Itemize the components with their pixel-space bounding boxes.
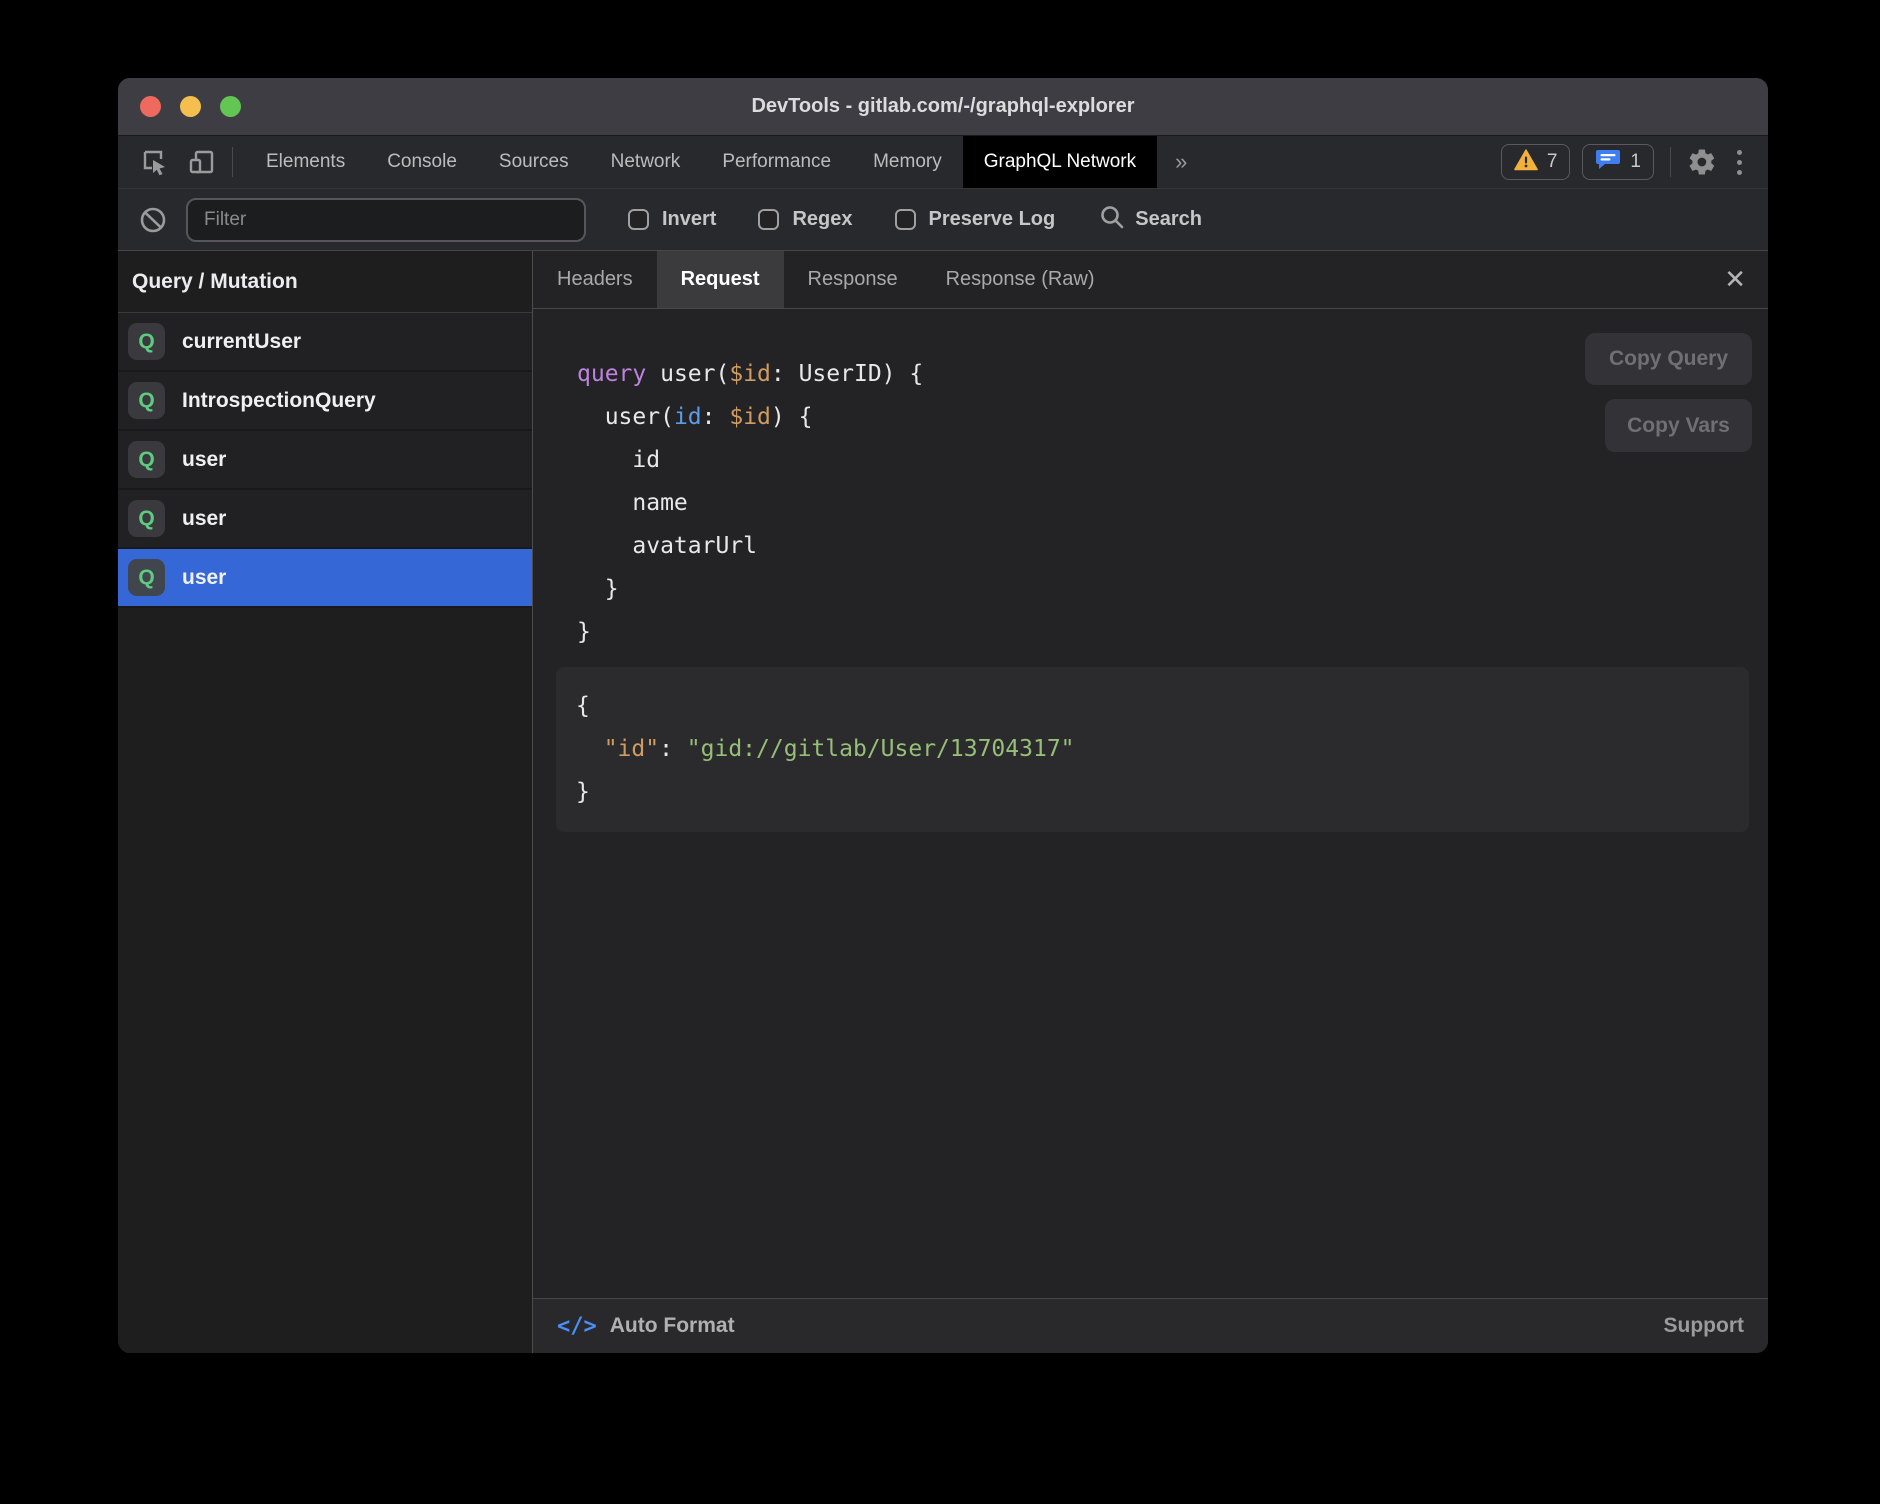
detail-panel: HeadersRequestResponseResponse (Raw) ✕ q…	[533, 251, 1768, 1353]
checkbox-regex[interactable]: Regex	[758, 208, 852, 231]
checkbox-box-invert[interactable]	[628, 209, 649, 230]
tab-performance[interactable]: Performance	[701, 136, 852, 188]
query-item-label: IntrospectionQuery	[182, 389, 376, 413]
query-type-badge: Q	[128, 323, 165, 360]
query-list-item-2[interactable]: Quser	[118, 431, 532, 490]
query-item-label: currentUser	[182, 330, 301, 354]
warnings-badge[interactable]: 7	[1501, 144, 1571, 180]
warning-count: 7	[1547, 151, 1558, 173]
devtools-toolbar: ElementsConsoleSourcesNetworkPerformance…	[118, 136, 1768, 189]
tab-console[interactable]: Console	[366, 136, 478, 188]
query-list-item-4[interactable]: Quser	[118, 549, 532, 608]
query-list-item-1[interactable]: Q IntrospectionQuery	[118, 372, 532, 431]
copy-vars-button[interactable]: Copy Vars	[1605, 399, 1752, 452]
panel-footer: </> Auto Format Support	[533, 1298, 1768, 1353]
copy-query-button[interactable]: Copy Query	[1585, 333, 1752, 385]
filter-checkboxes: Invert Regex Preserve Log	[586, 208, 1055, 231]
zoom-window-button[interactable]	[220, 96, 241, 117]
query-list-item-0[interactable]: QcurrentUser	[118, 313, 532, 372]
inspect-element-icon[interactable]	[140, 147, 170, 177]
tab-graphql-network[interactable]: GraphQL Network	[963, 136, 1157, 188]
query-item-label: user	[182, 448, 226, 472]
sidebar-header: Query / Mutation	[118, 251, 532, 313]
code-line: name	[577, 482, 1768, 525]
checkbox-label-invert: Invert	[662, 208, 716, 231]
devtools-window: DevTools - gitlab.com/-/graphql-explorer…	[118, 78, 1768, 1353]
detail-tabs: HeadersRequestResponseResponse (Raw) ✕	[533, 251, 1768, 309]
query-type-badge: Q	[128, 382, 165, 419]
settings-gear-icon[interactable]	[1687, 147, 1717, 177]
query-list-item-3[interactable]: Quser	[118, 490, 532, 549]
close-window-button[interactable]	[140, 96, 161, 117]
detail-tab-headers[interactable]: Headers	[533, 251, 657, 308]
tab-memory[interactable]: Memory	[852, 136, 963, 188]
toolbar-divider-2	[1670, 147, 1671, 177]
main-content: Query / Mutation QcurrentUserQIntrospect…	[118, 251, 1768, 1353]
filter-bar: Invert Regex Preserve Log Search	[118, 189, 1768, 251]
warning-icon	[1514, 149, 1538, 176]
checkbox-label-regex: Regex	[792, 208, 852, 231]
toolbar-divider	[232, 147, 233, 177]
messages-badge[interactable]: 1	[1582, 144, 1654, 180]
query-type-badge: Q	[128, 441, 165, 478]
filter-input[interactable]	[186, 198, 586, 242]
code-line: }	[577, 568, 1768, 611]
code-line: {	[576, 685, 1749, 728]
code-line: }	[576, 771, 1749, 814]
tab-network[interactable]: Network	[590, 136, 702, 188]
devtools-tabs: ElementsConsoleSourcesNetworkPerformance…	[245, 136, 1157, 188]
checkbox-box-preserve-log[interactable]	[895, 209, 916, 230]
detail-tab-response[interactable]: Response	[784, 251, 922, 308]
query-item-label: user	[182, 566, 226, 590]
query-type-badge: Q	[128, 500, 165, 537]
more-tabs-button[interactable]: »	[1157, 149, 1205, 175]
chat-icon	[1595, 148, 1621, 177]
minimize-window-button[interactable]	[180, 96, 201, 117]
detail-tabs-list: HeadersRequestResponseResponse (Raw)	[533, 251, 1119, 308]
search-icon	[1099, 204, 1125, 235]
checkbox-box-regex[interactable]	[758, 209, 779, 230]
code-line: avatarUrl	[577, 525, 1768, 568]
detail-tab-request[interactable]: Request	[657, 251, 784, 308]
code-line: "id": "gid://gitlab/User/13704317"	[576, 728, 1749, 771]
checkbox-label-preserve-log: Preserve Log	[929, 208, 1056, 231]
auto-format-button[interactable]: Auto Format	[610, 1314, 735, 1338]
clear-block-icon[interactable]	[138, 205, 168, 235]
detail-tab-response-raw[interactable]: Response (Raw)	[922, 251, 1119, 308]
code-line: user(id: $id) {	[577, 396, 1768, 439]
code-line: id	[577, 439, 1768, 482]
device-toolbar-icon[interactable]	[186, 147, 216, 177]
search-control[interactable]: Search	[1099, 204, 1202, 235]
message-count: 1	[1630, 151, 1641, 173]
graphql-variables-box: { "id": "gid://gitlab/User/13704317"}	[556, 667, 1749, 832]
checkbox-preserve-log[interactable]: Preserve Log	[895, 208, 1056, 231]
close-icon[interactable]: ✕	[1724, 251, 1746, 308]
query-item-label: user	[182, 507, 226, 531]
title-bar: DevTools - gitlab.com/-/graphql-explorer	[118, 78, 1768, 136]
support-link[interactable]: Support	[1664, 1314, 1744, 1338]
code-format-icon: </>	[557, 1314, 597, 1339]
toolbar-right: 7 1	[1501, 144, 1750, 180]
query-sidebar: Query / Mutation QcurrentUserQIntrospect…	[118, 251, 533, 1353]
query-list: QcurrentUserQIntrospectionQueryQuserQuse…	[118, 313, 532, 608]
request-panel-body: query user($id: UserID) { user(id: $id) …	[533, 309, 1768, 1298]
query-type-badge: Q	[128, 559, 165, 596]
tab-sources[interactable]: Sources	[478, 136, 590, 188]
search-label: Search	[1135, 208, 1202, 231]
checkbox-invert[interactable]: Invert	[628, 208, 716, 231]
graphql-query-code: query user($id: UserID) { user(id: $id) …	[577, 353, 1768, 654]
window-controls	[140, 78, 241, 135]
code-line: }	[577, 611, 1768, 654]
more-options-icon[interactable]	[1729, 150, 1750, 175]
window-title: DevTools - gitlab.com/-/graphql-explorer	[751, 95, 1134, 118]
tab-elements[interactable]: Elements	[245, 136, 366, 188]
